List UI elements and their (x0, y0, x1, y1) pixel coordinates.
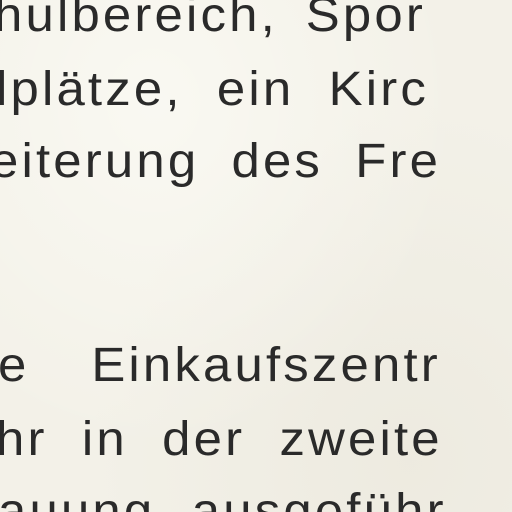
text-line: eiterung des Fre (0, 135, 442, 188)
text-line: e Einkaufszentr (0, 339, 441, 392)
text-line: hr in der zweite (0, 413, 443, 466)
text-line: hulbereich, Spor (0, 0, 426, 42)
text-line: lplätze, ein Kirc (0, 63, 429, 116)
text-line: auung ausgeführ (0, 485, 447, 512)
